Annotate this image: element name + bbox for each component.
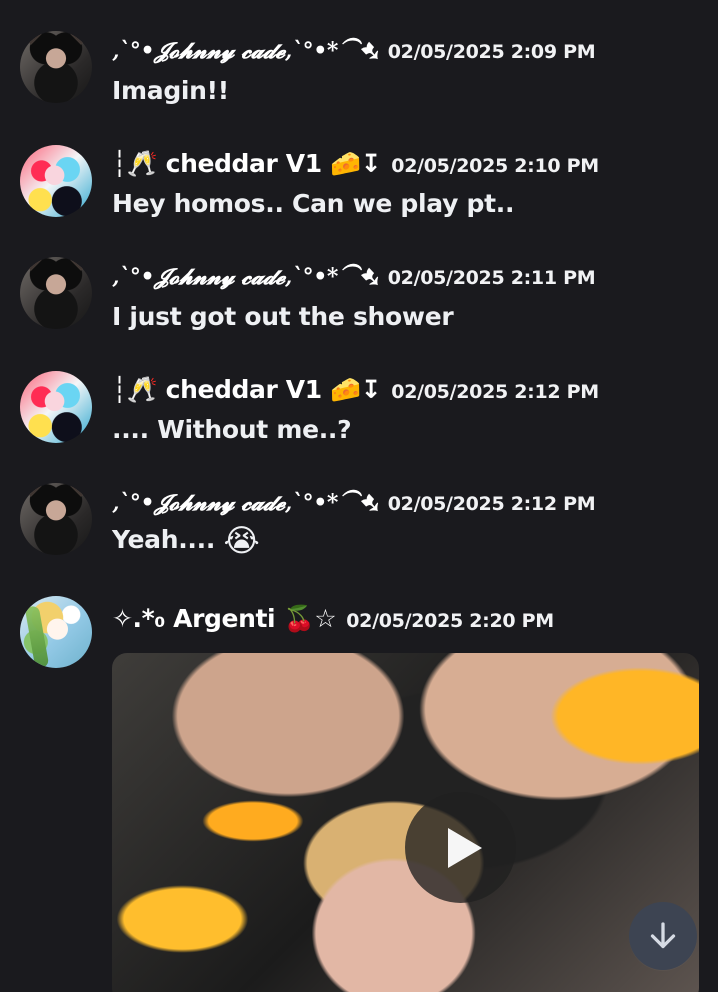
username[interactable]: ‚`°•𝓙𝓸𝓱𝓷𝓷𝔂 𝓬𝓪𝓭𝓮‚`°•*⁀➷ <box>112 264 378 290</box>
message-item: ‚`°•𝓙𝓸𝓱𝓷𝓷𝔂 𝓬𝓪𝓭𝓮‚`°•*⁀➷ 02/05/2025 2:11 P… <box>0 254 718 344</box>
message-header: ✧.*₀ Argenti 🍒☆ 02/05/2025 2:20 PM <box>112 604 554 634</box>
message-header: ┆🥂 cheddar V1 🧀↧ 02/05/2025 2:12 PM <box>112 375 599 405</box>
message-timestamp: 02/05/2025 2:09 PM <box>387 41 596 63</box>
cat-ear-icon <box>68 483 92 497</box>
message-timestamp: 02/05/2025 2:11 PM <box>387 267 596 289</box>
message-item: ┆🥂 cheddar V1 🧀↧ 02/05/2025 2:10 PM Hey … <box>0 141 718 231</box>
message-text: Imagin!! <box>112 76 229 105</box>
message-text: Hey homos.. Can we play pt.. <box>112 189 514 218</box>
message-body: Hey homos.. Can we play pt.. <box>112 189 515 218</box>
username[interactable]: ┆🥂 cheddar V1 🧀↧ <box>112 375 382 405</box>
message-body: I just got out the shower <box>112 302 454 331</box>
play-icon <box>447 827 482 868</box>
message-item: ┆🥂 cheddar V1 🧀↧ 02/05/2025 2:12 PM ....… <box>0 367 718 457</box>
message-header: ‚`°•𝓙𝓸𝓱𝓷𝓷𝔂 𝓬𝓪𝓭𝓮‚`°•*⁀➷ 02/05/2025 2:09 P… <box>112 38 596 64</box>
username[interactable]: ┆🥂 cheddar V1 🧀↧ <box>112 149 382 179</box>
message-text: Yeah.... 😭 <box>112 523 260 559</box>
message-body: .... Without me..? <box>112 415 352 444</box>
cat-ear-icon <box>20 257 44 271</box>
message-timestamp: 02/05/2025 2:12 PM <box>391 381 599 403</box>
message-text: I just got out the shower <box>112 302 454 331</box>
cat-ear-icon <box>68 31 92 45</box>
message-item: ‚`°•𝓙𝓸𝓱𝓷𝓷𝔂 𝓬𝓪𝓭𝓮‚`°•*⁀➷ 02/05/2025 2:12 P… <box>0 480 718 575</box>
message-timestamp: 02/05/2025 2:10 PM <box>391 155 599 177</box>
cat-ear-icon <box>20 483 44 497</box>
chat-window: ‚`°•𝓙𝓸𝓱𝓷𝓷𝔂 𝓬𝓪𝓭𝓮‚`°•*⁀➷ 02/05/2025 2:09 P… <box>0 0 718 992</box>
avatar[interactable] <box>20 31 92 103</box>
message-text: .... Without me..? <box>112 415 352 444</box>
message-body: Imagin!! <box>112 76 229 105</box>
play-button[interactable] <box>405 792 516 903</box>
avatar[interactable] <box>20 257 92 329</box>
cat-ear-icon <box>68 257 92 271</box>
avatar[interactable] <box>20 145 92 217</box>
scroll-to-bottom-button[interactable] <box>629 902 697 970</box>
message-header: ‚`°•𝓙𝓸𝓱𝓷𝓷𝔂 𝓬𝓪𝓭𝓮‚`°•*⁀➷ 02/05/2025 2:11 P… <box>112 264 596 290</box>
message-timestamp: 02/05/2025 2:12 PM <box>387 493 596 515</box>
message-header: ‚`°•𝓙𝓸𝓱𝓷𝓷𝔂 𝓬𝓪𝓭𝓮‚`°•*⁀➷ 02/05/2025 2:12 P… <box>112 490 596 516</box>
vine-decoration-icon <box>24 605 50 668</box>
username[interactable]: ✧.*₀ Argenti 🍒☆ <box>112 604 337 634</box>
crying-emoji: 😭 <box>223 523 260 559</box>
avatar[interactable] <box>20 371 92 443</box>
message-header: ┆🥂 cheddar V1 🧀↧ 02/05/2025 2:10 PM <box>112 149 599 179</box>
message-timestamp: 02/05/2025 2:20 PM <box>346 610 554 632</box>
arrow-down-icon <box>650 922 676 949</box>
message-item: ‚`°•𝓙𝓸𝓱𝓷𝓷𝔂 𝓬𝓪𝓭𝓮‚`°•*⁀➷ 02/05/2025 2:09 P… <box>0 28 718 118</box>
avatar[interactable] <box>20 596 92 668</box>
username[interactable]: ‚`°•𝓙𝓸𝓱𝓷𝓷𝔂 𝓬𝓪𝓭𝓮‚`°•*⁀➷ <box>112 490 378 516</box>
cat-ear-icon <box>20 31 44 45</box>
video-attachment[interactable] <box>112 653 699 992</box>
message-body: Yeah.... <box>112 525 216 554</box>
username[interactable]: ‚`°•𝓙𝓸𝓱𝓷𝓷𝔂 𝓬𝓪𝓭𝓮‚`°•*⁀➷ <box>112 38 378 64</box>
avatar[interactable] <box>20 483 92 555</box>
